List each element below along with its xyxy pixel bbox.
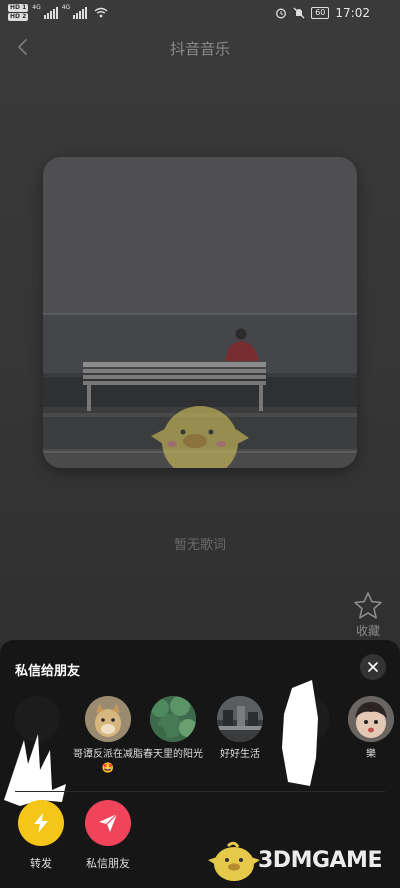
- signal-icon: [43, 6, 58, 19]
- divider: [15, 791, 385, 792]
- lightning-icon: [34, 813, 48, 833]
- send-icon: [99, 813, 118, 832]
- clock: 17:02: [335, 6, 370, 20]
- favorite-label: 收藏: [355, 624, 380, 638]
- wifi-icon: [94, 7, 108, 18]
- battery-indicator: 60: [311, 7, 330, 19]
- repost-button[interactable]: 转发: [11, 800, 71, 871]
- network-type-2: 4G: [61, 4, 71, 11]
- redaction-mark: [4, 734, 66, 806]
- network-type-1: 4G: [32, 4, 41, 11]
- close-icon: [368, 662, 378, 672]
- status-bar: HD 1 HD 2 4G 4G 60 17:02: [0, 0, 400, 28]
- watermark-text: 3DMGAME: [258, 848, 382, 873]
- close-button[interactable]: [360, 654, 386, 680]
- favorite-button[interactable]: 收藏: [348, 590, 388, 639]
- star-icon: [354, 592, 382, 619]
- friend-item[interactable]: 樂: [336, 696, 400, 762]
- alarm-icon: [276, 8, 287, 19]
- friend-item[interactable]: 好好生活: [205, 696, 275, 762]
- message-friend-label: 私信朋友: [86, 857, 130, 870]
- signal-icon: [73, 6, 88, 19]
- friend-name: 春天里的阳光: [143, 749, 203, 760]
- lyrics-placeholder: 暂无歌词: [173, 538, 226, 553]
- friend-item[interactable]: 春天里的阳光: [138, 696, 208, 762]
- friend-name: 樂: [366, 749, 376, 760]
- hd1-badge: HD 1: [8, 4, 29, 12]
- watermark: 3DMGAME: [208, 838, 398, 884]
- repost-circle: [18, 800, 64, 846]
- avatar: [217, 696, 263, 742]
- message-friend-circle: [85, 800, 131, 846]
- page-title: 抖音音乐: [169, 40, 230, 58]
- watermark-logo: [208, 841, 260, 881]
- avatar: [348, 696, 394, 742]
- album-cover: [43, 157, 357, 468]
- friend-list: 哥谭反派在减脂🤩 春天里的阳光 好好生活 樂: [0, 680, 400, 806]
- friend-item[interactable]: 哥谭反派在减脂🤩: [73, 696, 143, 776]
- redaction-mark: [282, 680, 318, 786]
- avatar: [150, 696, 196, 742]
- friend-name: 好好生活: [220, 749, 260, 760]
- friend-name: 哥谭反派在减脂🤩: [73, 749, 143, 774]
- message-friend-button[interactable]: 私信朋友: [78, 800, 138, 871]
- mute-bell-icon: [293, 7, 305, 19]
- repost-label: 转发: [30, 857, 52, 870]
- share-sheet-title: 私信给朋友: [15, 664, 81, 679]
- hd2-badge: HD 2: [8, 13, 29, 21]
- avatar: [85, 696, 131, 742]
